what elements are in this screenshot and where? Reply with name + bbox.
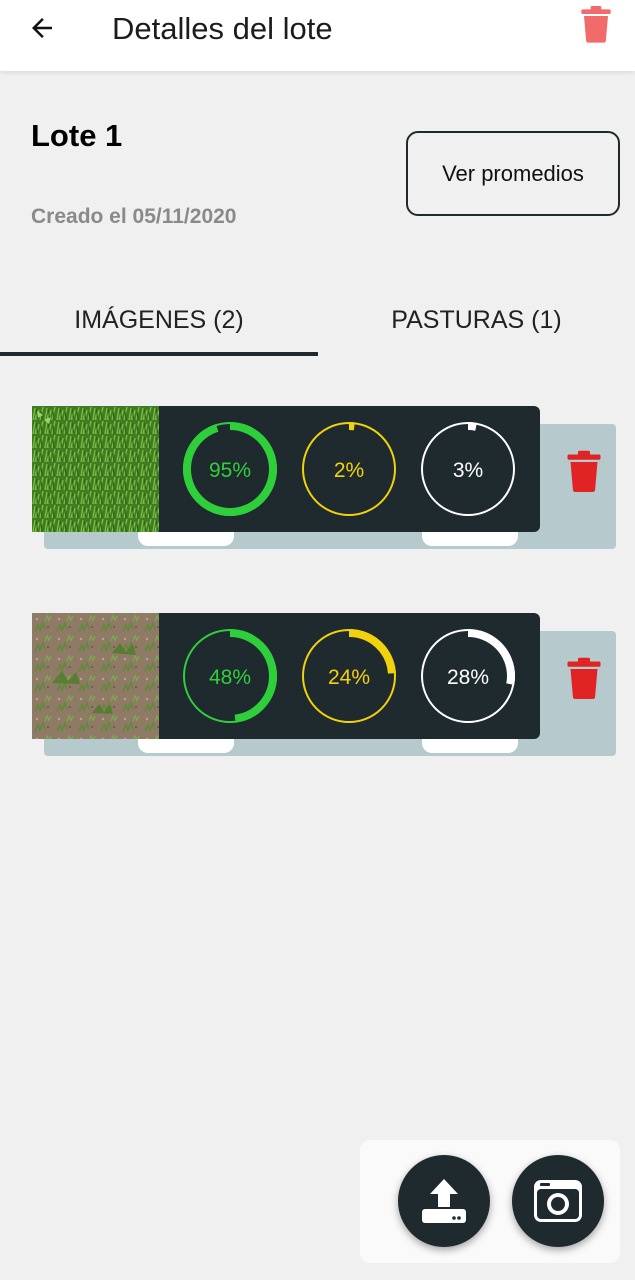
upload-image-button[interactable]	[398, 1155, 490, 1247]
camera-button[interactable]	[512, 1155, 604, 1247]
arrow-left-icon	[32, 18, 52, 38]
metric-ring-white: 28%	[421, 629, 515, 723]
app-bar: Detalles del lote	[0, 0, 635, 71]
metric-ring-green: 95%	[183, 422, 277, 516]
image-card: 48% 24% 28%	[0, 613, 635, 763]
card-content[interactable]: 95% 2% 3%	[32, 406, 540, 532]
metric-ring-white: 3%	[421, 422, 515, 516]
upload-icon	[422, 1179, 466, 1223]
card-tab	[138, 739, 234, 753]
metric-ring-yellow: 24%	[302, 629, 396, 723]
metric-ring-green: 48%	[183, 629, 277, 723]
image-card: 95% 2% 3%	[0, 406, 635, 556]
lote-name: Lote 1	[31, 118, 123, 153]
soil-grass-thumbnail	[32, 613, 159, 739]
metric-value: 48%	[209, 666, 251, 689]
trash-icon	[567, 657, 601, 699]
page-title: Detalles del lote	[112, 11, 333, 46]
tab-pasturas[interactable]: PASTURAS (1)	[318, 300, 635, 340]
metric-value: 3%	[453, 459, 483, 482]
metric-value: 2%	[334, 459, 364, 482]
delete-image-button[interactable]	[563, 448, 605, 494]
metric-ring-yellow: 2%	[302, 422, 396, 516]
metric-value: 95%	[209, 459, 251, 482]
trash-icon	[567, 450, 601, 492]
active-tab-indicator	[0, 352, 318, 356]
delete-image-button[interactable]	[563, 655, 605, 701]
trash-icon	[581, 6, 611, 43]
card-tab	[422, 532, 518, 546]
delete-lote-button[interactable]	[578, 4, 614, 44]
metric-value: 28%	[447, 666, 489, 689]
created-date: Creado el 05/11/2020	[31, 205, 237, 228]
back-button[interactable]	[22, 10, 62, 46]
metric-value: 24%	[328, 666, 370, 689]
camera-icon	[534, 1180, 582, 1222]
card-content[interactable]: 48% 24% 28%	[32, 613, 540, 739]
card-tab	[422, 739, 518, 753]
view-averages-button[interactable]: Ver promedios	[406, 131, 620, 216]
tab-imagenes[interactable]: IMÁGENES (2)	[0, 300, 318, 340]
card-tab	[138, 532, 234, 546]
grass-thumbnail	[32, 406, 159, 532]
